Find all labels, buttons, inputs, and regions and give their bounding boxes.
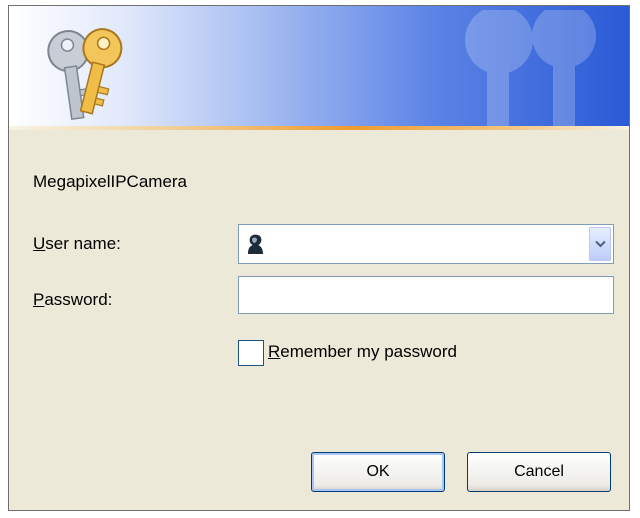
user-icon [248,234,263,254]
password-label-accelerator: P [33,290,45,309]
chevron-down-icon [595,240,606,248]
ok-button[interactable]: OK [311,452,445,492]
keys-watermark-icon [465,10,596,126]
login-dialog: MegapixelIPCamera User name: Password: R… [8,5,630,511]
username-combobox[interactable] [238,224,614,264]
cancel-button[interactable]: Cancel [467,452,611,492]
remember-password-label[interactable]: Remember my password [268,342,457,362]
remember-label-text: emember my password [280,342,457,361]
username-label-text: ser name: [45,234,121,253]
password-label: Password: [33,290,112,310]
dialog-banner [9,6,629,126]
username-label: User name: [33,234,121,254]
username-dropdown-button[interactable] [589,227,611,261]
remember-password-checkbox[interactable] [238,340,264,366]
keys-icon [47,28,123,121]
banner-divider [9,126,629,130]
realm-text: MegapixelIPCamera [33,172,188,191]
password-field[interactable] [238,276,614,314]
remember-label-accelerator: R [268,342,281,361]
password-label-text: assword: [44,290,113,309]
username-label-accelerator: U [33,234,46,253]
